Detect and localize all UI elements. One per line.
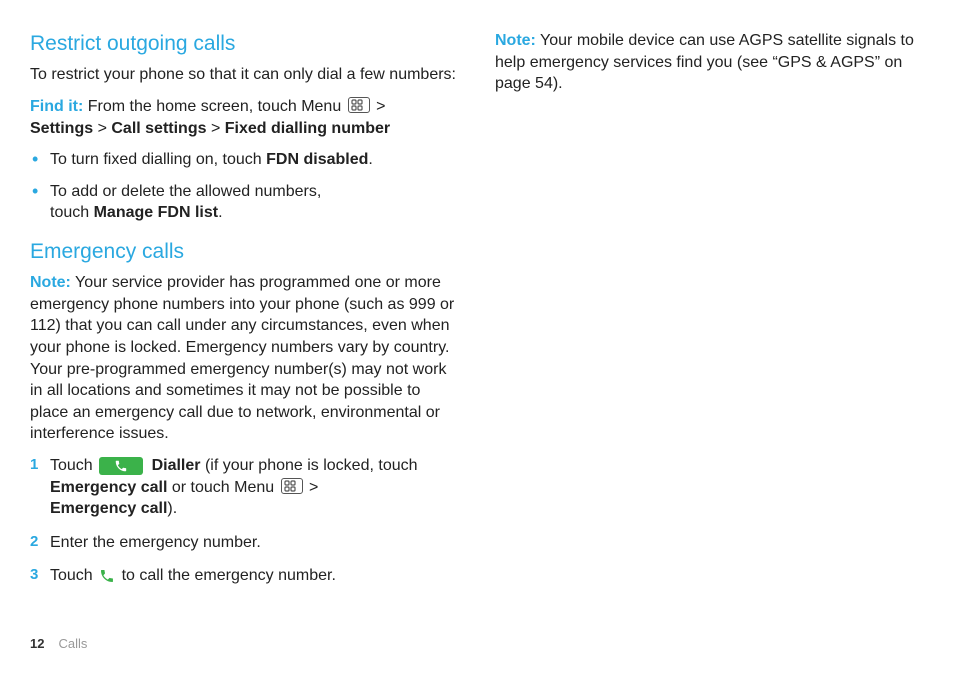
emergency-call-bold: Emergency call <box>50 500 167 517</box>
bullet-text: To turn fixed dialling on, touch <box>50 151 266 168</box>
bullet-text: . <box>368 151 372 168</box>
restrict-bullets: To turn fixed dialling on, touch FDN dis… <box>30 149 459 224</box>
find-it-label: Find it: <box>30 98 83 115</box>
manage-fdn-bold: Manage FDN list <box>94 204 218 221</box>
step-text: Touch <box>50 567 97 584</box>
step-text: or touch Menu <box>167 479 278 496</box>
step-text: Touch <box>50 457 97 474</box>
step-item: Enter the emergency number. <box>30 532 459 554</box>
menu-icon <box>348 97 370 113</box>
agps-note: Note: Your mobile device can use AGPS sa… <box>495 30 924 95</box>
sep: > <box>372 98 386 115</box>
right-column: Note: Your mobile device can use AGPS sa… <box>495 30 924 653</box>
heading-restrict-outgoing: Restrict outgoing calls <box>30 30 459 58</box>
bullet-text: To add or delete the allowed numbers, <box>50 183 321 200</box>
menu-icon <box>281 478 303 494</box>
phone-icon <box>99 568 115 584</box>
heading-emergency-calls: Emergency calls <box>30 238 459 266</box>
left-column: Restrict outgoing calls To restrict your… <box>30 30 459 653</box>
manual-page: Restrict outgoing calls To restrict your… <box>0 0 954 677</box>
bullet-text: touch <box>50 204 94 221</box>
find-it-lead: From the home screen, touch Menu <box>83 98 345 115</box>
note-label: Note: <box>495 32 536 49</box>
dialler-button-icon <box>99 457 143 475</box>
columns: Restrict outgoing calls To restrict your… <box>30 30 924 653</box>
bullet-text: . <box>218 204 222 221</box>
step-text: to call the emergency number. <box>117 567 336 584</box>
step-text: (if your phone is locked, touch <box>201 457 418 474</box>
step-item: Touch Dialler (if your phone is locked, … <box>30 455 459 520</box>
step-text: Enter the emergency number. <box>50 534 261 551</box>
step-item: Touch to call the emergency number. <box>30 565 459 587</box>
sep: > <box>207 120 225 137</box>
page-number: 12 <box>30 636 44 651</box>
find-it-line: Find it: From the home screen, touch Men… <box>30 96 459 139</box>
settings-bold: Settings <box>30 120 93 137</box>
note-body: Your mobile device can use AGPS satellit… <box>495 32 914 92</box>
note-label: Note: <box>30 274 71 291</box>
page-footer: 12 Calls <box>30 635 87 653</box>
emergency-call-bold: Emergency call <box>50 479 167 496</box>
emergency-steps: Touch Dialler (if your phone is locked, … <box>30 455 459 587</box>
sep: > <box>93 120 111 137</box>
sep: > <box>305 479 319 496</box>
step-text: ). <box>167 500 177 517</box>
dialler-bold: Dialler <box>147 457 200 474</box>
section-label: Calls <box>58 636 87 651</box>
note-body: Your service provider has programmed one… <box>30 274 454 442</box>
bullet-item: To turn fixed dialling on, touch FDN dis… <box>30 149 459 171</box>
fixed-dialling-bold: Fixed dialling number <box>225 120 390 137</box>
bullet-item: To add or delete the allowed numbers, to… <box>30 181 459 224</box>
call-settings-bold: Call settings <box>111 120 206 137</box>
restrict-intro: To restrict your phone so that it can on… <box>30 64 459 86</box>
fdn-disabled-bold: FDN disabled <box>266 151 368 168</box>
emergency-note: Note: Your service provider has programm… <box>30 272 459 445</box>
